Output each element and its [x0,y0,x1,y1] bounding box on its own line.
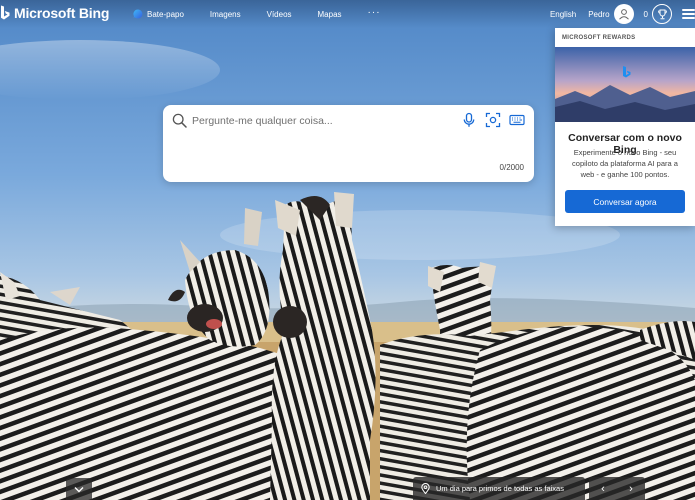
chat-now-button[interactable]: Conversar agora [565,190,685,213]
account-area: English Pedro 0 [550,4,695,24]
character-counter: 0/2000 [499,163,524,172]
user-icon [618,9,629,20]
search-input[interactable] [192,112,442,130]
nav-more-button[interactable]: ··· [368,7,381,18]
rewards-flyout: MICROSOFT REWARDS Conversar com o novo B… [555,28,695,226]
nav-item-maps[interactable]: Mapas [318,10,342,19]
previous-image-icon[interactable]: ‹ [601,483,605,495]
image-caption[interactable]: Um dia para primos de todas as faixas [413,477,585,500]
keyboard-icon[interactable] [509,112,525,128]
top-header: Microsoft Bing Bate-papo Imagens Vídeos … [0,0,695,28]
rewards-title: MICROSOFT REWARDS [562,35,636,41]
nav-item-chat[interactable]: Bate-papo [133,9,184,19]
rewards-banner-image [555,47,695,122]
search-box: 0/2000 [163,105,534,182]
search-tools [461,112,525,128]
visual-search-icon[interactable] [485,112,501,128]
nav-label-maps: Mapas [317,9,342,19]
next-image-icon[interactable]: › [629,483,633,495]
chat-icon [133,9,143,19]
user-name[interactable]: Pedro [588,10,609,19]
image-navigation: ‹ › [589,477,645,500]
rewards-description: Experimente o novo Bing - seu copiloto d… [572,148,678,179]
nav-label-images: Imagens [209,9,241,19]
mountain-sunset-image [555,47,695,122]
nav-item-videos[interactable]: Vídeos [267,10,292,19]
nav-label-videos: Vídeos [266,9,292,19]
nav-label-chat: Bate-papo [147,9,184,19]
search-icon [172,113,187,128]
rewards-button[interactable] [652,4,672,24]
menu-icon[interactable] [682,9,695,19]
location-pin-icon [421,483,430,494]
bing-logo[interactable]: Microsoft Bing [0,5,109,21]
nav-item-images[interactable]: Imagens [210,10,241,19]
bing-logo-icon [1,5,10,20]
brand-name: Microsoft Bing [14,5,110,21]
rewards-points[interactable]: 0 [644,10,648,19]
microphone-icon[interactable] [461,112,477,128]
trophy-icon [657,9,667,19]
top-nav: Bate-papo Imagens Vídeos Mapas ··· [133,7,407,19]
avatar[interactable] [613,4,634,24]
caption-text: Um dia para primos de todas as faixas [436,484,564,493]
more-dots-icon: ··· [367,6,381,18]
scroll-down-button[interactable] [66,478,92,500]
chevron-down-icon [74,486,84,492]
language-switch[interactable]: English [550,10,576,19]
